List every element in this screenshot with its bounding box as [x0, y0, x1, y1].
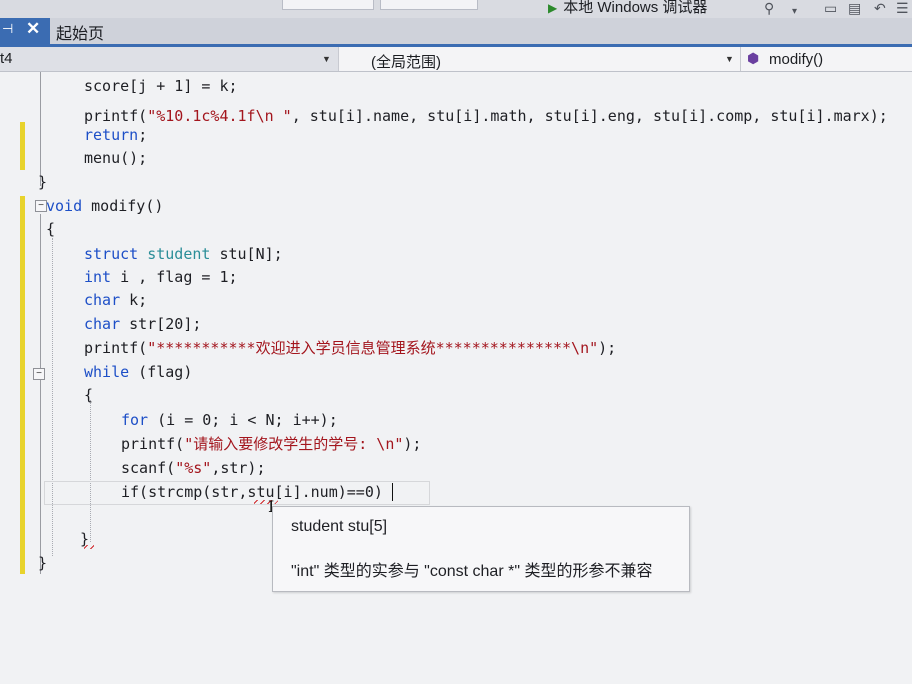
- code-token: "%s": [175, 459, 212, 477]
- code-token: struct: [84, 245, 139, 263]
- scope-dropdown[interactable]: (全局范围) ▼: [338, 47, 741, 71]
- code-line[interactable]: printf("%10.1c%4.1f\n ", stu[i].name, st…: [84, 105, 888, 127]
- code-token: void: [46, 197, 83, 215]
- code-line[interactable]: printf("***********欢迎进入学员信息管理系统*********…: [84, 337, 616, 359]
- code-editor[interactable]: − − score[j + 1] = k; printf("%10.1c%4.1f…: [0, 72, 912, 684]
- play-icon: ▶: [548, 1, 558, 15]
- tab-active[interactable]: ⊣ ✕: [0, 18, 50, 44]
- chevron-down-icon[interactable]: ▾: [792, 6, 797, 17]
- code-token: while: [84, 363, 130, 381]
- code-token: student: [147, 245, 211, 263]
- platform-dropdown[interactable]: [380, 0, 478, 10]
- code-token: (flag): [129, 363, 193, 381]
- method-icon: ⬢: [747, 50, 760, 66]
- window-icon[interactable]: ▭: [824, 0, 837, 17]
- code-token: return: [84, 126, 139, 144]
- tooltip-signature: student stu[5]: [291, 518, 388, 535]
- code-token: (i = 0; i < N; i++);: [148, 411, 338, 429]
- find-icon[interactable]: ⚲: [764, 0, 774, 17]
- code-token: {: [84, 386, 94, 404]
- change-marker: [20, 122, 25, 170]
- project-dropdown[interactable]: t4: [0, 50, 13, 67]
- chevron-down-icon[interactable]: ▼: [725, 54, 734, 64]
- code-line[interactable]: int i , flag = 1;: [84, 266, 238, 288]
- config-dropdown[interactable]: [282, 0, 374, 10]
- chevron-down-icon[interactable]: ▼: [322, 54, 331, 64]
- code-line[interactable]: scanf("%s",str);: [121, 457, 266, 479]
- code-line[interactable]: for (i = 0; i < N; i++);: [121, 409, 338, 431]
- code-token: "***********欢迎进入学员信息管理系统***************\…: [147, 339, 599, 357]
- code-token: "请输入要修改学生的学号: \n": [184, 435, 404, 453]
- tooltip-error-message: "int" 类型的实参与 "const char *" 类型的形参不兼容: [291, 563, 653, 580]
- navigation-bar: t4 ▼ (全局范围) ▼ ⬢ modify(): [0, 47, 912, 72]
- code-line[interactable]: char k;: [84, 289, 147, 311]
- error-squiggle: [254, 500, 278, 504]
- code-token: char: [84, 315, 121, 333]
- code-line[interactable]: score[j + 1] = k;: [84, 75, 238, 97]
- code-token: );: [598, 339, 617, 357]
- tab-start-page[interactable]: 起始页: [56, 20, 104, 44]
- member-label: modify(): [769, 51, 824, 68]
- error-squiggle: [84, 545, 94, 549]
- code-token: ;: [138, 126, 148, 144]
- code-token: stu[N];: [210, 245, 283, 263]
- code-token: i , flag = 1;: [111, 268, 238, 286]
- scope-label: (全局范围): [371, 54, 441, 71]
- code-line[interactable]: menu();: [84, 147, 147, 169]
- start-debug-button[interactable]: ▶本地 Windows 调试器▼: [548, 0, 707, 17]
- code-token: score[j + 1] = k;: [84, 77, 238, 95]
- code-token: k;: [120, 291, 148, 309]
- tab-row: ⊣ ✕ 起始页: [0, 18, 912, 44]
- code-token: , stu[i].name, stu[i].math, stu[i].eng, …: [291, 107, 888, 125]
- code-token: "%10.1c%4.1f\n ": [147, 107, 292, 125]
- change-marker: [20, 196, 25, 574]
- current-line-highlight: [44, 481, 430, 505]
- code-line[interactable]: }: [38, 171, 47, 193]
- code-token: }: [38, 173, 48, 191]
- code-token: char: [84, 291, 121, 309]
- collapse-icon[interactable]: −: [33, 368, 45, 380]
- member-dropdown[interactable]: ⬢ modify(): [740, 47, 912, 71]
- undo-icon[interactable]: ↶: [874, 0, 886, 17]
- code-token: printf(: [84, 107, 148, 125]
- indent-guide: [90, 400, 91, 542]
- layout-icon[interactable]: ▤: [848, 0, 861, 17]
- code-token: modify(): [82, 197, 164, 215]
- code-line[interactable]: printf("请输入要修改学生的学号: \n");: [121, 433, 421, 455]
- code-line[interactable]: {: [84, 384, 93, 406]
- code-line[interactable]: char str[20];: [84, 313, 201, 335]
- fold-line: [40, 72, 41, 186]
- code-token: printf(: [121, 435, 185, 453]
- close-icon[interactable]: ✕: [26, 19, 40, 39]
- code-token: );: [403, 435, 422, 453]
- fold-line: [40, 214, 41, 574]
- code-token: {: [46, 220, 56, 238]
- toolbar: ▶本地 Windows 调试器▼ ⚲ ▾ ▭ ▤ ↶ ☰: [0, 0, 912, 18]
- menu-icon[interactable]: ☰: [896, 0, 909, 17]
- code-line[interactable]: while (flag): [84, 361, 192, 383]
- code-token: for: [121, 411, 149, 429]
- code-token: str[20];: [120, 315, 202, 333]
- debugger-label: 本地 Windows 调试器: [563, 0, 708, 16]
- code-line[interactable]: return;: [84, 124, 147, 146]
- code-line[interactable]: }: [38, 552, 47, 574]
- code-token: scanf(: [121, 459, 176, 477]
- pin-icon[interactable]: ⊣: [2, 21, 13, 37]
- code-line[interactable]: void modify(): [46, 195, 163, 217]
- code-token: }: [38, 554, 48, 572]
- code-token: printf(: [84, 339, 148, 357]
- code-token: menu();: [84, 149, 148, 167]
- text-caret: [392, 483, 393, 501]
- code-line[interactable]: struct student stu[N];: [84, 243, 283, 265]
- indent-guide: [52, 238, 53, 556]
- quick-info-tooltip: student stu[5] "int" 类型的实参与 "const char …: [272, 506, 690, 592]
- code-token: ,str);: [211, 459, 266, 477]
- code-line[interactable]: {: [46, 218, 55, 240]
- code-token: int: [84, 268, 112, 286]
